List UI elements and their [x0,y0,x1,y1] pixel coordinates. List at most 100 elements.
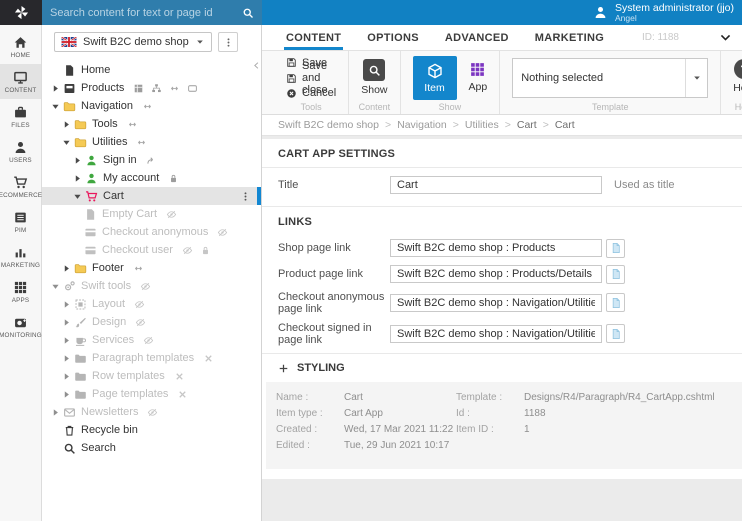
kebab-icon[interactable] [240,191,251,202]
tab-options[interactable]: OPTIONS [367,25,419,50]
tree-item-footer[interactable]: Footer [42,259,261,277]
tree-item-my-account[interactable]: My account [42,169,261,187]
trash-icon [63,424,76,437]
styling-section-toggle[interactable]: STYLING [262,354,742,382]
sidebar-item-ecommerce[interactable]: ECOMMERCE [0,169,41,204]
site-menu-button[interactable] [218,32,238,52]
chevron-right-icon[interactable] [61,389,72,400]
tree-item-label: Search [81,442,116,454]
tab-content[interactable]: CONTENT [286,25,341,50]
tree-item-tools[interactable]: Tools [42,115,261,133]
tree-item-utilities[interactable]: Utilities [42,133,261,151]
link-input-checkout-signed-in-page-link[interactable] [390,325,602,343]
tree-item-label: Design [92,316,126,328]
tree-item-navigation[interactable]: Navigation [42,97,261,115]
cancel-button[interactable]: Cancel [286,87,336,101]
search-input[interactable] [50,7,236,19]
sidebar-item-users[interactable]: USERS [0,134,41,169]
site-selector[interactable]: Swift B2C demo shop [54,32,212,52]
tree-item-checkout-anonymous[interactable]: Checkout anonymous [42,223,261,241]
user-info: System administrator (jjo) Angel [615,3,734,23]
user-menu[interactable]: System administrator (jjo) Angel [593,3,734,23]
link-input-shop-page-link[interactable] [390,239,602,257]
breadcrumb-item[interactable]: Swift B2C demo shop [278,119,379,131]
tree-item-flags [134,299,145,310]
save-and-close-button[interactable]: Save and close [286,71,336,86]
chevron-down-icon[interactable] [72,191,83,202]
tab-marketing[interactable]: MARKETING [535,25,604,50]
tree-item-recycle-bin[interactable]: Recycle bin [42,421,261,439]
select-page-button[interactable] [606,239,625,258]
template-dropdown[interactable]: Nothing selected [512,58,708,98]
ribbon-collapse-chevron-icon[interactable] [719,31,732,44]
tree-item-design[interactable]: Design [42,313,261,331]
tree-item-newsletters[interactable]: Newsletters [42,403,261,421]
chevron-right-icon[interactable] [50,83,61,94]
breadcrumb-item[interactable]: Navigation [397,119,447,131]
chevron-right-icon[interactable] [61,119,72,130]
home-icon [13,35,28,50]
link-input-product-page-link[interactable] [390,265,602,283]
arrows-icon [133,263,144,274]
select-page-button[interactable] [606,324,625,343]
group-caption-help: Help [721,102,742,112]
tree-item-empty-cart[interactable]: Empty Cart [42,205,261,223]
tree-item-products[interactable]: Products [42,79,261,97]
chevron-right-icon[interactable] [50,407,61,418]
sidebar-item-pim[interactable]: PIM [0,204,41,239]
tree-item-swift-tools[interactable]: Swift tools [42,277,261,295]
tree-item-layout[interactable]: Layout [42,295,261,313]
chevron-right-icon[interactable] [61,263,72,274]
site-selector-value: Swift B2C demo shop [83,36,189,48]
eyeoff-icon [182,245,193,256]
tree-item-sign-in[interactable]: Sign in [42,151,261,169]
tree-item-home[interactable]: Home [42,61,261,79]
show-button[interactable]: Show [361,56,387,100]
breadcrumb-item[interactable]: Utilities [465,119,499,131]
chevron-right-icon[interactable] [61,353,72,364]
sidebar-item-marketing[interactable]: MARKETING [0,239,41,274]
chevron-right-icon[interactable] [72,155,83,166]
select-page-button[interactable] [606,293,625,312]
breadcrumb-item[interactable]: Cart [555,119,575,131]
tab-advanced[interactable]: ADVANCED [445,25,509,50]
tree-item-page-templates[interactable]: Page templates [42,385,261,403]
chevron-down-icon[interactable] [50,281,61,292]
tree-item-paragraph-templates[interactable]: Paragraph templates [42,349,261,367]
sidebar-item-label: MONITORING [0,332,42,339]
chevron-right-icon[interactable] [72,173,83,184]
tree-item-cart[interactable]: Cart [42,187,261,205]
chevron-right-icon[interactable] [61,317,72,328]
chevron-down-icon[interactable] [61,137,72,148]
show-button-box [363,59,385,81]
content-tree: HomeProductsNavigationToolsUtilitiesSign… [42,61,261,457]
chevron-right-icon[interactable] [61,335,72,346]
app-logo[interactable] [0,0,42,25]
select-page-button[interactable] [606,265,625,284]
sidebar-item-files[interactable]: FILES [0,99,41,134]
title-input[interactable] [390,176,602,194]
link-input-checkout-anonymous-page-link[interactable] [390,294,602,312]
sidebar-item-home[interactable]: HOME [0,29,41,64]
sidebar-item-label: CONTENT [5,87,37,94]
item-toggle-button[interactable]: Item [413,56,457,100]
tree-item-services[interactable]: Services [42,331,261,349]
sidebar-item-apps[interactable]: APPS [0,274,41,309]
tree-item-label: Layout [92,298,125,310]
tree-item-search[interactable]: Search [42,439,261,457]
app-toggle-button[interactable]: App [469,56,488,100]
help-button[interactable]: ? Help [733,56,742,100]
breadcrumb-separator: > [453,119,459,131]
sidebar-item-content[interactable]: CONTENT [0,64,41,99]
foldersolid-icon [74,352,87,365]
search-icon[interactable] [242,7,254,19]
chevron-down-icon[interactable] [50,101,61,112]
sidebar-item-monitoring[interactable]: MONITORING [0,309,41,344]
eyeoff-icon [147,407,158,418]
tree-item-flags [203,353,214,364]
chevron-right-icon[interactable] [61,371,72,382]
breadcrumb-item[interactable]: Cart [517,119,537,131]
tree-item-checkout-user[interactable]: Checkout user [42,241,261,259]
chevron-right-icon[interactable] [61,299,72,310]
tree-item-row-templates[interactable]: Row templates [42,367,261,385]
